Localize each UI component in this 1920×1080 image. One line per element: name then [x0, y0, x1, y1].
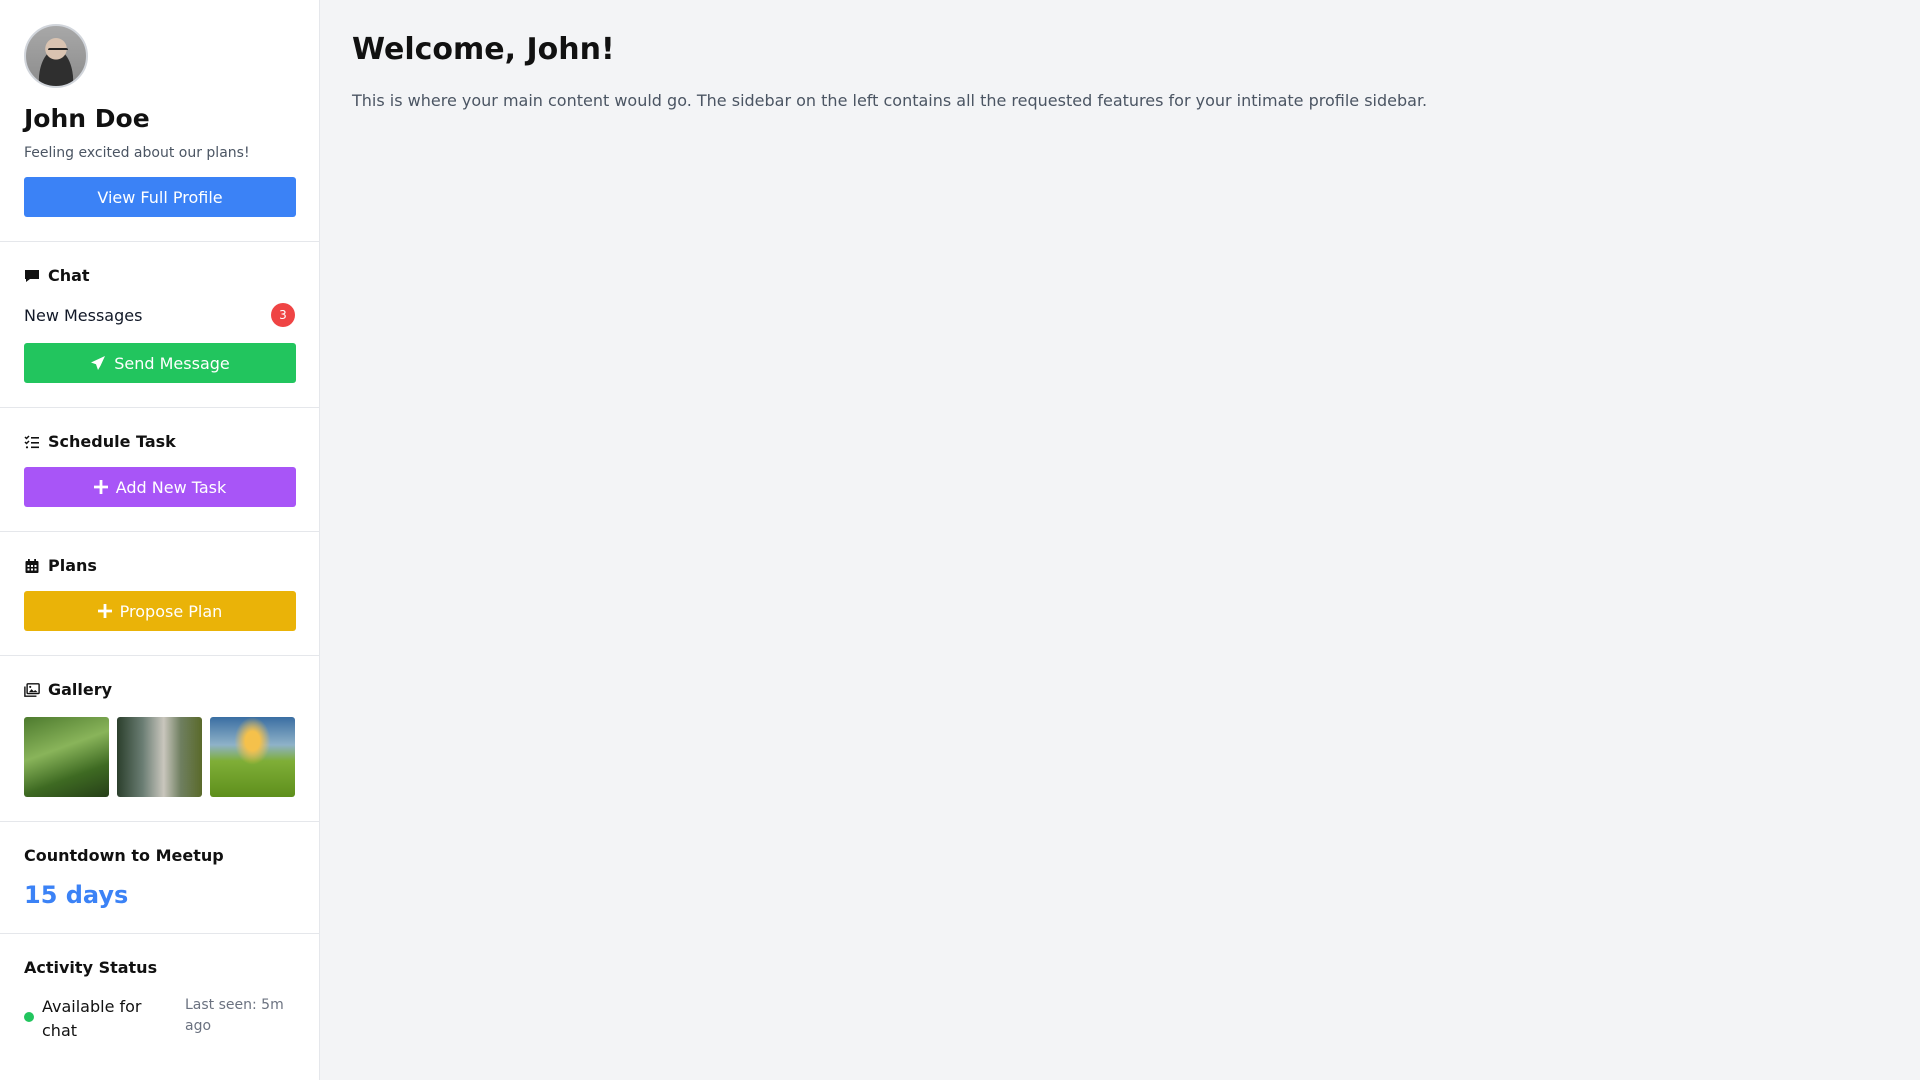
view-full-profile-label: View Full Profile	[97, 187, 223, 207]
activity-section: Activity Status Available for chat Last …	[0, 934, 319, 1067]
gallery-image-hills[interactable]	[24, 717, 109, 797]
send-message-label: Send Message	[114, 353, 230, 373]
images-icon	[24, 682, 40, 697]
gallery-image-cliff[interactable]	[117, 717, 202, 797]
new-messages-badge: 3	[271, 303, 295, 327]
activity-title: Activity Status	[24, 958, 158, 977]
countdown-value: 15 days	[24, 881, 129, 909]
profile-mood: Feeling excited about our plans!	[24, 145, 250, 161]
chat-title: Chat	[48, 266, 90, 285]
view-full-profile-button[interactable]: View Full Profile	[24, 177, 296, 217]
page-title: Welcome, John!	[352, 32, 615, 67]
plans-title: Plans	[48, 556, 97, 575]
chat-header: Chat	[24, 266, 295, 285]
gallery-title: Gallery	[48, 680, 113, 699]
plans-section: Plans Propose Plan	[0, 532, 319, 656]
sidebar: John Doe Feeling excited about our plans…	[0, 0, 320, 1080]
send-message-button[interactable]: Send Message	[24, 343, 296, 383]
gallery-grid	[24, 717, 295, 797]
online-status-dot	[24, 1012, 34, 1022]
countdown-title: Countdown to Meetup	[24, 846, 224, 865]
schedule-section: Schedule Task Add New Task	[0, 408, 319, 532]
chat-bubble-icon	[25, 269, 39, 282]
availability-status: Available for chat	[42, 997, 142, 1040]
countdown-section: Countdown to Meetup 15 days	[0, 822, 319, 934]
gallery-section: Gallery	[0, 656, 319, 822]
app: John Doe Feeling excited about our plans…	[0, 0, 1920, 1080]
status-left: Available for chat	[24, 995, 154, 1043]
new-messages-label: New Messages	[24, 305, 143, 325]
glasses-detail	[48, 48, 68, 52]
avatar[interactable]	[24, 24, 88, 88]
profile-name: John Doe	[24, 104, 150, 133]
main-content: Welcome, John! This is where your main c…	[320, 0, 1920, 1080]
last-seen-text: Last seen: 5m ago	[185, 997, 284, 1034]
gallery-header: Gallery	[24, 680, 295, 699]
add-new-task-button[interactable]: Add New Task	[24, 467, 296, 507]
main-description: This is where your main content would go…	[352, 91, 1428, 110]
paper-plane-icon	[91, 356, 106, 370]
chat-section: Chat New Messages 3 Send Message	[0, 242, 319, 408]
schedule-header: Schedule Task	[24, 432, 295, 451]
calendar-icon	[25, 558, 39, 573]
propose-plan-label: Propose Plan	[119, 601, 223, 621]
plus-icon	[97, 604, 112, 618]
gallery-image-field[interactable]	[210, 717, 295, 797]
plans-header: Plans	[24, 556, 295, 575]
profile-section: John Doe Feeling excited about our plans…	[0, 0, 319, 242]
new-messages-row[interactable]: New Messages 3	[24, 303, 295, 327]
plus-icon	[93, 480, 108, 494]
task-list-icon	[24, 434, 39, 448]
schedule-title: Schedule Task	[48, 432, 176, 451]
propose-plan-button[interactable]: Propose Plan	[24, 591, 296, 631]
activity-status-row: Available for chat Last seen: 5m ago	[24, 995, 295, 1043]
add-new-task-label: Add New Task	[115, 477, 227, 497]
